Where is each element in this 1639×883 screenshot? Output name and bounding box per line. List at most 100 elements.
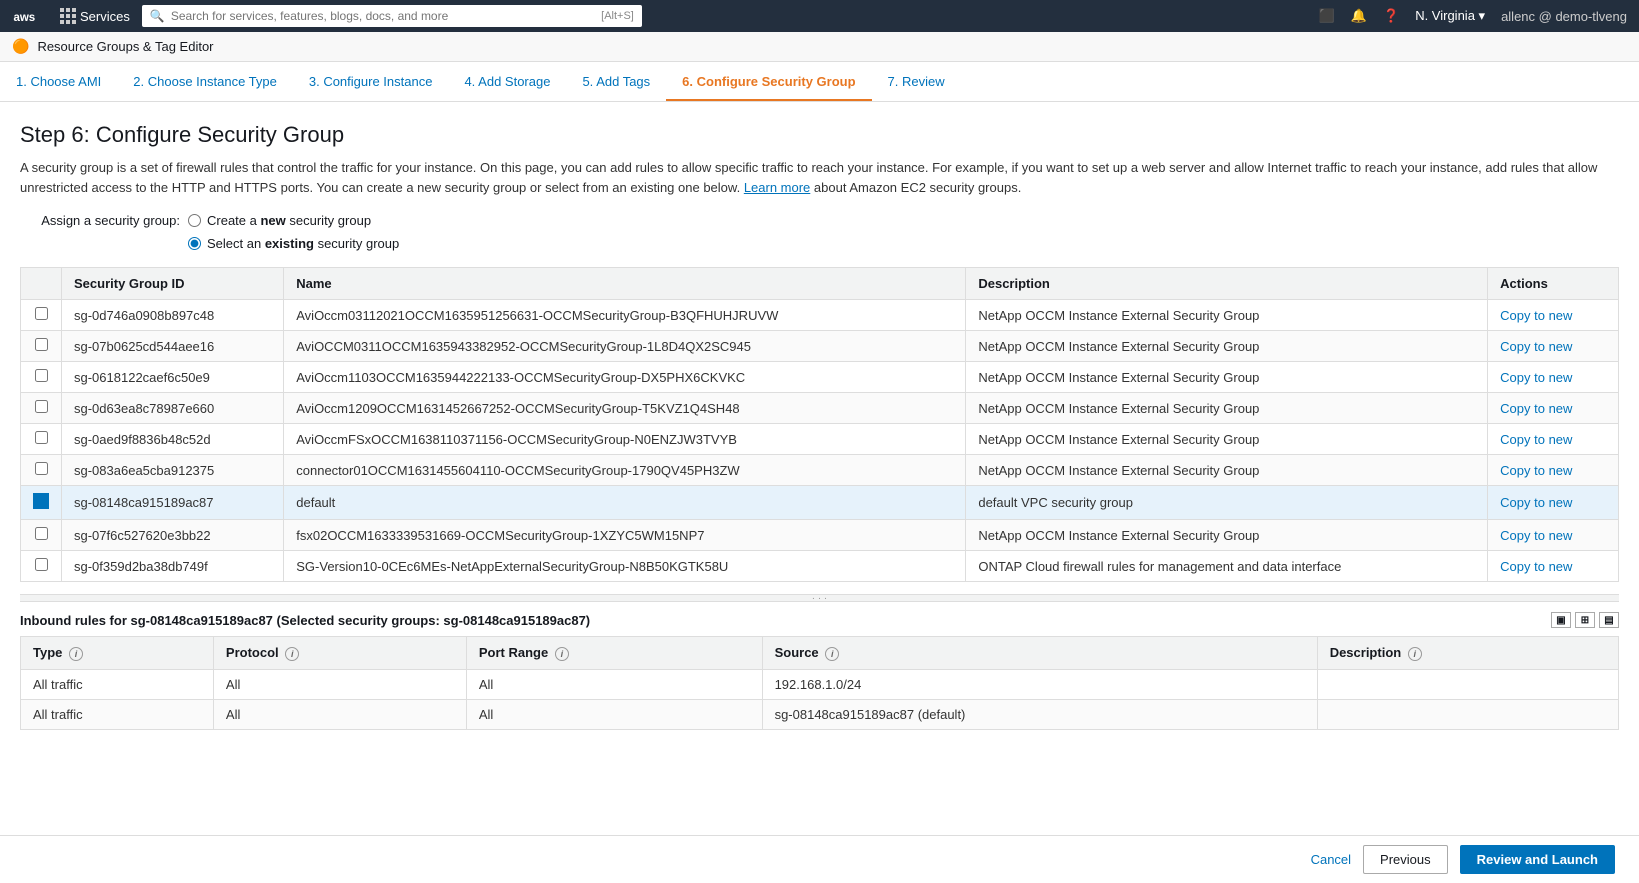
wizard-step-7[interactable]: 7. Review <box>872 74 961 101</box>
col-type: Type i <box>21 637 214 670</box>
create-new-radio[interactable] <box>188 214 201 227</box>
copy-to-new-link[interactable]: Copy to new <box>1500 370 1572 385</box>
cancel-button[interactable]: Cancel <box>1311 852 1351 867</box>
table-row[interactable]: sg-0d63ea8c78987e660 AviOccm1209OCCM1631… <box>21 393 1619 424</box>
review-and-launch-button[interactable]: Review and Launch <box>1460 845 1615 874</box>
unchecked-checkbox[interactable] <box>35 527 48 540</box>
row-checkbox[interactable] <box>21 486 62 520</box>
col-source: Source i <box>762 637 1317 670</box>
table-row[interactable]: sg-0f359d2ba38db749f SG-Version10-0CEc6M… <box>21 551 1619 582</box>
region-selector[interactable]: N. Virginia ▾ <box>1415 8 1485 24</box>
rule-description <box>1317 669 1618 699</box>
previous-button[interactable]: Previous <box>1363 845 1448 874</box>
row-checkbox[interactable] <box>21 331 62 362</box>
wizard-step-1[interactable]: 1. Choose AMI <box>16 74 117 101</box>
row-checkbox[interactable] <box>21 424 62 455</box>
source-info-icon[interactable]: i <box>825 647 839 661</box>
resource-groups-label[interactable]: Resource Groups & Tag Editor <box>37 39 213 54</box>
bell-icon[interactable]: 🔔 <box>1351 8 1367 24</box>
wizard-step-4[interactable]: 4. Add Storage <box>448 74 566 101</box>
terminal-icon[interactable]: ⬛ <box>1319 8 1335 24</box>
copy-to-new-link[interactable]: Copy to new <box>1500 559 1572 574</box>
learn-more-link[interactable]: Learn more <box>744 180 810 195</box>
row-checkbox[interactable] <box>21 393 62 424</box>
view-icon-3[interactable]: ▤ <box>1599 612 1619 628</box>
row-checkbox[interactable] <box>21 455 62 486</box>
user-menu[interactable]: allenc @ demo-tlveng <box>1501 9 1627 24</box>
sg-description-cell: NetApp OCCM Instance External Security G… <box>966 520 1488 551</box>
select-existing-row: Select an existing security group <box>188 236 1619 251</box>
global-search-box[interactable]: 🔍 [Alt+S] <box>142 5 642 27</box>
sg-action-cell[interactable]: Copy to new <box>1488 455 1619 486</box>
copy-to-new-link[interactable]: Copy to new <box>1500 432 1572 447</box>
copy-to-new-link[interactable]: Copy to new <box>1500 463 1572 478</box>
desc-info-icon[interactable]: i <box>1408 647 1422 661</box>
unchecked-checkbox[interactable] <box>35 558 48 571</box>
copy-to-new-link[interactable]: Copy to new <box>1500 528 1572 543</box>
table-row[interactable]: sg-07b0625cd544aee16 AviOCCM0311OCCM1635… <box>21 331 1619 362</box>
col-sg-id: Security Group ID <box>62 268 284 300</box>
table-row[interactable]: sg-083a6ea5cba912375 connector01OCCM1631… <box>21 455 1619 486</box>
sg-description-cell: NetApp OCCM Instance External Security G… <box>966 424 1488 455</box>
sg-action-cell[interactable]: Copy to new <box>1488 393 1619 424</box>
unchecked-checkbox[interactable] <box>35 369 48 382</box>
rule-protocol: All <box>213 669 466 699</box>
col-checkbox <box>21 268 62 300</box>
table-row[interactable]: sg-0aed9f8836b48c52d AviOccmFSxOCCM16381… <box>21 424 1619 455</box>
page-description: A security group is a set of firewall ru… <box>20 158 1619 197</box>
sg-name-cell: AviOccm1103OCCM1635944222133-OCCMSecurit… <box>284 362 966 393</box>
services-label: Services <box>80 9 130 24</box>
sg-action-cell[interactable]: Copy to new <box>1488 300 1619 331</box>
unchecked-checkbox[interactable] <box>35 462 48 475</box>
select-existing-option[interactable]: Select an existing security group <box>188 236 399 251</box>
create-new-option[interactable]: Create a new security group <box>188 213 371 228</box>
row-checkbox[interactable] <box>21 551 62 582</box>
grid-menu-button[interactable]: Services <box>60 8 130 24</box>
sg-action-cell[interactable]: Copy to new <box>1488 486 1619 520</box>
unchecked-checkbox[interactable] <box>35 400 48 413</box>
sg-name-cell: default <box>284 486 966 520</box>
sg-name-cell: fsx02OCCM1633339531669-OCCMSecurityGroup… <box>284 520 966 551</box>
help-icon[interactable]: ❓ <box>1383 8 1399 24</box>
copy-to-new-link[interactable]: Copy to new <box>1500 308 1572 323</box>
view-icon-1[interactable]: ▣ <box>1551 612 1571 628</box>
table-row[interactable]: sg-08148ca915189ac87 default default VPC… <box>21 486 1619 520</box>
unchecked-checkbox[interactable] <box>35 431 48 444</box>
copy-to-new-link[interactable]: Copy to new <box>1500 339 1572 354</box>
copy-to-new-link[interactable]: Copy to new <box>1500 401 1572 416</box>
sg-name-cell: connector01OCCM1631455604110-OCCMSecurit… <box>284 455 966 486</box>
port-info-icon[interactable]: i <box>555 647 569 661</box>
unchecked-checkbox[interactable] <box>35 338 48 351</box>
sg-action-cell[interactable]: Copy to new <box>1488 424 1619 455</box>
resize-handle[interactable]: · · · <box>20 594 1619 602</box>
table-row[interactable]: sg-0d746a0908b897c48 AviOccm03112021OCCM… <box>21 300 1619 331</box>
sg-description-cell: NetApp OCCM Instance External Security G… <box>966 455 1488 486</box>
table-row[interactable]: sg-07f6c527620e3bb22 fsx02OCCM1633339531… <box>21 520 1619 551</box>
checked-checkbox[interactable] <box>33 493 49 509</box>
unchecked-checkbox[interactable] <box>35 307 48 320</box>
sg-name-cell: AviOccm1209OCCM1631452667252-OCCMSecurit… <box>284 393 966 424</box>
row-checkbox[interactable] <box>21 362 62 393</box>
wizard-step-5[interactable]: 5. Add Tags <box>566 74 666 101</box>
view-icon-2[interactable]: ⊞ <box>1575 612 1595 628</box>
select-existing-radio[interactable] <box>188 237 201 250</box>
row-checkbox[interactable] <box>21 300 62 331</box>
assign-label-row: Assign a security group: Create a new se… <box>20 213 1619 228</box>
copy-to-new-link[interactable]: Copy to new <box>1500 495 1572 510</box>
search-input[interactable] <box>171 9 595 23</box>
inbound-rules-header: Inbound rules for sg-08148ca915189ac87 (… <box>20 602 1619 636</box>
sg-action-cell[interactable]: Copy to new <box>1488 362 1619 393</box>
sg-action-cell[interactable]: Copy to new <box>1488 331 1619 362</box>
sg-action-cell[interactable]: Copy to new <box>1488 520 1619 551</box>
table-row[interactable]: sg-0618122caef6c50e9 AviOccm1103OCCM1635… <box>21 362 1619 393</box>
sg-id-cell: sg-0d63ea8c78987e660 <box>62 393 284 424</box>
row-checkbox[interactable] <box>21 520 62 551</box>
protocol-info-icon[interactable]: i <box>285 647 299 661</box>
wizard-step-3[interactable]: 3. Configure Instance <box>293 74 449 101</box>
rule-source: sg-08148ca915189ac87 (default) <box>762 699 1317 729</box>
sg-action-cell[interactable]: Copy to new <box>1488 551 1619 582</box>
type-info-icon[interactable]: i <box>69 647 83 661</box>
wizard-step-6[interactable]: 6. Configure Security Group <box>666 74 871 101</box>
wizard-step-2[interactable]: 2. Choose Instance Type <box>117 74 293 101</box>
inbound-rules-table: Type i Protocol i Port Range i Source i … <box>20 636 1619 730</box>
